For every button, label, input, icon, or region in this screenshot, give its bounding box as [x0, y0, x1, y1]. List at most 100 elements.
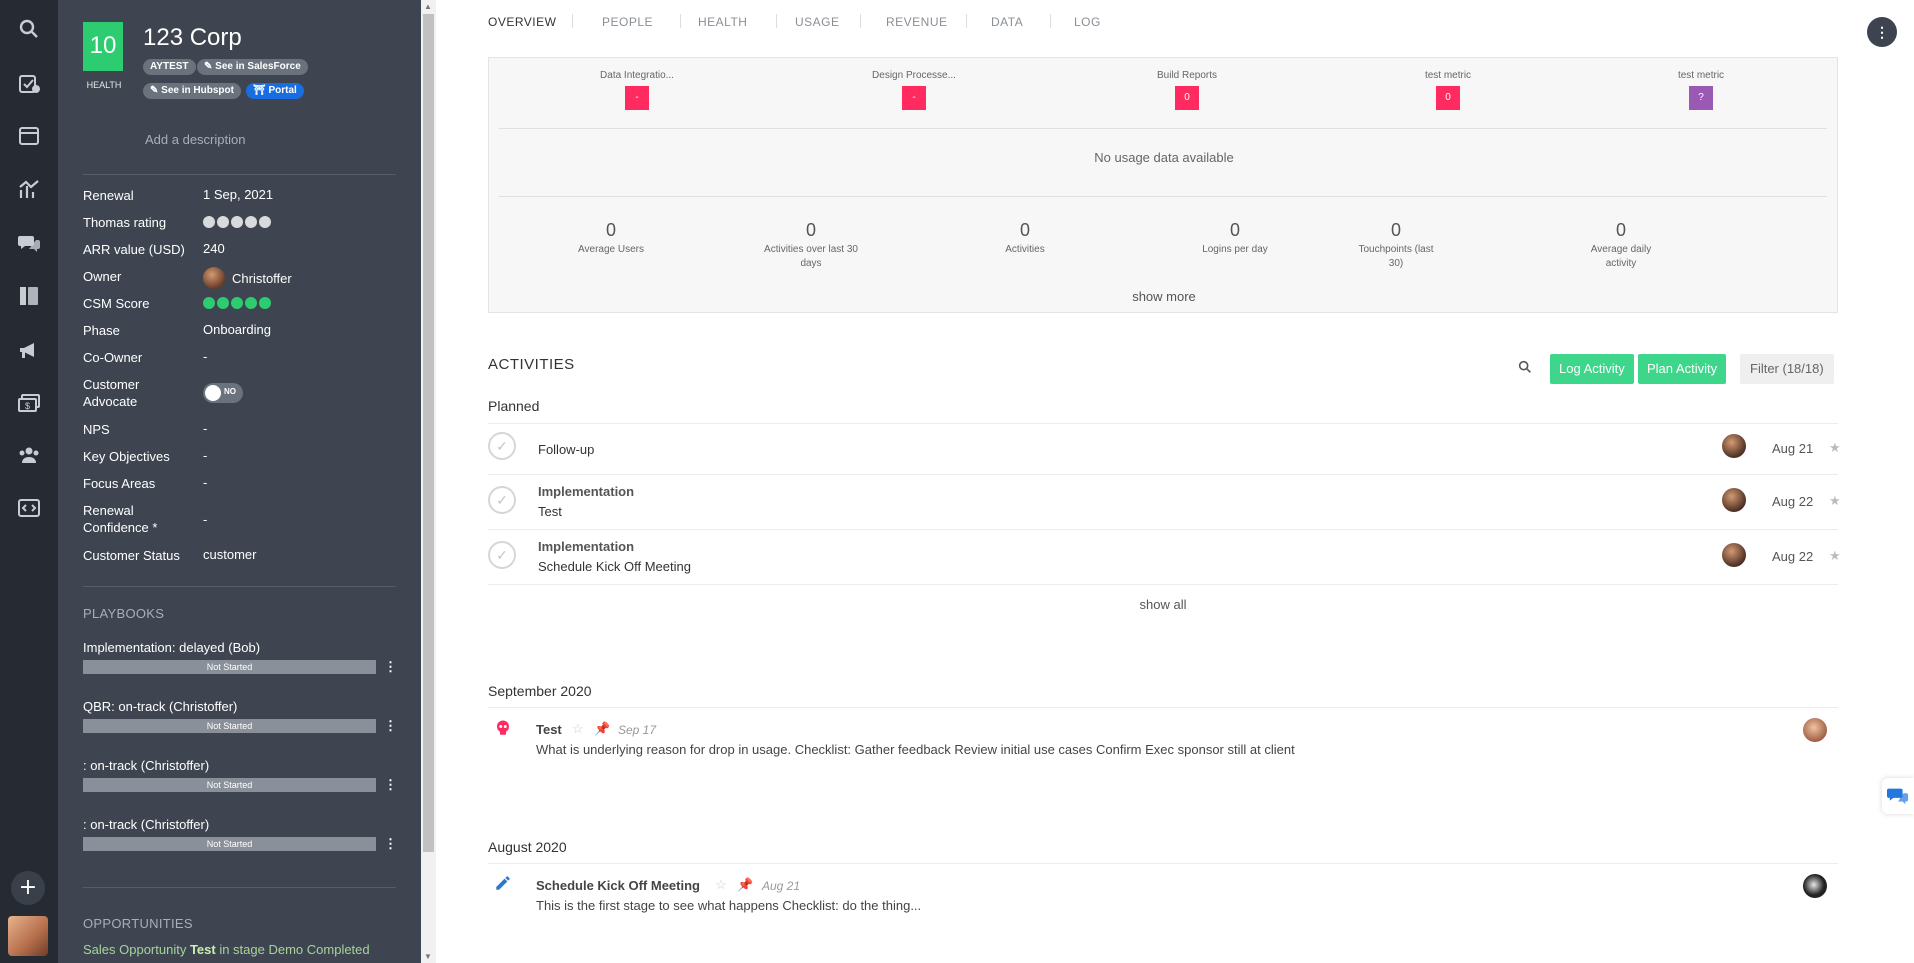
tab-data[interactable]: DATA	[991, 15, 1023, 29]
rating-dot[interactable]	[231, 216, 243, 228]
activity-row[interactable]: ✓ Implementation Schedule Kick Off Meeti…	[488, 530, 1841, 580]
stat-value: 0	[1229, 220, 1240, 240]
tab-revenue[interactable]: REVENUE	[886, 15, 948, 29]
playbook-menu-icon[interactable]: ⋮	[384, 777, 397, 793]
plan-activity-button[interactable]: Plan Activity	[1638, 354, 1727, 384]
star-outline-icon[interactable]: ☆	[572, 721, 584, 737]
analytics-icon[interactable]	[12, 173, 46, 207]
scrollbar-thumb[interactable]	[423, 14, 434, 852]
customer-status-value[interactable]: customer	[203, 547, 256, 562]
tasks-icon[interactable]	[12, 67, 46, 101]
filter-button[interactable]: Filter (18/18)	[1740, 354, 1834, 384]
pin-icon[interactable]: 📌	[594, 721, 610, 737]
tab-usage[interactable]: USAGE	[795, 15, 840, 29]
more-options-button[interactable]: ⋮	[1867, 17, 1897, 47]
metric-badge: -	[902, 86, 926, 110]
thomas-rating-dots[interactable]	[203, 216, 271, 228]
rating-dot[interactable]	[259, 216, 271, 228]
playbook-name[interactable]: Implementation: delayed (Bob)	[83, 640, 260, 655]
divider	[83, 887, 396, 888]
focus-areas-value[interactable]: -	[203, 475, 207, 490]
activity-row[interactable]: ✓ Implementation Test Aug 22 ★	[488, 475, 1841, 525]
panel-scrollbar[interactable]: ▲ ▼	[421, 0, 436, 963]
opportunity-item[interactable]: Sales Opportunity Test in stage Demo Com…	[83, 942, 370, 957]
scroll-down-icon[interactable]: ▼	[424, 952, 432, 961]
usage-metric[interactable]: test metric 0	[1388, 70, 1508, 110]
tag-aytest[interactable]: AYTEST	[143, 59, 196, 75]
stat-value: 0	[605, 220, 616, 240]
stat-value: 0	[1390, 220, 1401, 240]
salesforce-link[interactable]: ✎ See in SalesForce	[197, 59, 308, 75]
log-activity-button[interactable]: Log Activity	[1550, 354, 1634, 384]
campaigns-icon[interactable]	[12, 333, 46, 367]
playbook-menu-icon[interactable]: ⋮	[384, 659, 397, 675]
rating-dot[interactable]	[217, 297, 229, 309]
tab-people[interactable]: PEOPLE	[602, 15, 653, 29]
show-all-link[interactable]: show all	[488, 597, 1838, 612]
renewal-value[interactable]: 1 Sep, 2021	[203, 187, 273, 202]
usage-metric[interactable]: test metric ?	[1641, 70, 1761, 110]
show-more-link[interactable]: show more	[489, 289, 1839, 304]
arr-value[interactable]: 240	[203, 241, 225, 256]
co-owner-value[interactable]: -	[203, 349, 207, 364]
check-icon[interactable]: ✓	[488, 432, 516, 460]
check-icon[interactable]: ✓	[488, 541, 516, 569]
renewal-confidence-value[interactable]: -	[203, 512, 207, 527]
description-input[interactable]: Add a description	[145, 132, 245, 147]
tab-overview[interactable]: OVERVIEW	[488, 15, 556, 29]
hubspot-link[interactable]: ✎ See in Hubspot	[143, 83, 241, 99]
timeline-date: Aug 21	[762, 879, 801, 893]
rating-dot[interactable]	[217, 216, 229, 228]
scroll-up-icon[interactable]: ▲	[424, 2, 432, 11]
playbook-name[interactable]: : on-track (Christoffer)	[83, 817, 209, 832]
customer-advocate-toggle[interactable]: NO	[203, 383, 243, 403]
playbook-name[interactable]: QBR: on-track (Christoffer)	[83, 699, 237, 714]
add-icon[interactable]: +	[11, 871, 45, 905]
playbook-menu-icon[interactable]: ⋮	[384, 836, 397, 852]
rating-dot[interactable]	[245, 216, 257, 228]
key-objectives-value[interactable]: -	[203, 448, 207, 463]
owner-value[interactable]: Christoffer	[203, 267, 292, 289]
usage-metric[interactable]: Design Processe... -	[854, 70, 974, 110]
code-icon[interactable]	[12, 491, 46, 525]
inbox-icon[interactable]	[12, 119, 46, 153]
phase-value[interactable]: Onboarding	[203, 322, 271, 337]
star-icon[interactable]: ★	[1829, 493, 1841, 509]
rating-dot[interactable]	[203, 297, 215, 309]
check-icon[interactable]: ✓	[488, 486, 516, 514]
star-icon[interactable]: ★	[1829, 548, 1841, 564]
user-avatar[interactable]	[8, 916, 48, 956]
timeline-month: September 2020	[488, 683, 592, 699]
playbook-name[interactable]: : on-track (Christoffer)	[83, 758, 209, 773]
revenue-icon[interactable]: $	[12, 386, 46, 420]
search-icon[interactable]	[1517, 359, 1533, 378]
playbook-menu-icon[interactable]: ⋮	[384, 718, 397, 734]
activity-row[interactable]: ✓ Follow-up Aug 21 ★	[488, 424, 1841, 474]
rating-dot[interactable]	[259, 297, 271, 309]
tab-health[interactable]: HEALTH	[698, 15, 747, 29]
portal-button[interactable]: ⛩ Portal	[246, 83, 304, 99]
rating-dot[interactable]	[245, 297, 257, 309]
usage-metric[interactable]: Build Reports 0	[1127, 70, 1247, 110]
metric-title: test metric	[1677, 70, 1725, 81]
star-outline-icon[interactable]: ☆	[715, 877, 727, 893]
stat-label: Activities over last 30 days	[764, 244, 858, 269]
timeline-title[interactable]: Test	[536, 722, 562, 737]
pin-icon[interactable]: 📌	[737, 877, 753, 893]
timeline-title[interactable]: Schedule Kick Off Meeting	[536, 878, 700, 893]
star-icon[interactable]: ★	[1829, 440, 1841, 456]
csm-score-dots[interactable]	[203, 297, 271, 309]
chat-widget-icon[interactable]	[1882, 778, 1914, 814]
usage-metric[interactable]: Data Integratio... -	[577, 70, 697, 110]
rating-dot[interactable]	[231, 297, 243, 309]
timeline-body: What is underlying reason for drop in us…	[536, 742, 1295, 757]
nps-value[interactable]: -	[203, 421, 207, 436]
rating-dot[interactable]	[203, 216, 215, 228]
health-score-box[interactable]: 10	[83, 22, 123, 71]
people-icon[interactable]	[12, 438, 46, 472]
conversations-icon[interactable]	[12, 226, 46, 260]
customer-status-label: Customer Status	[83, 548, 180, 563]
search-icon[interactable]	[12, 12, 46, 46]
playbooks-icon[interactable]	[12, 279, 46, 313]
tab-log[interactable]: LOG	[1074, 15, 1101, 29]
